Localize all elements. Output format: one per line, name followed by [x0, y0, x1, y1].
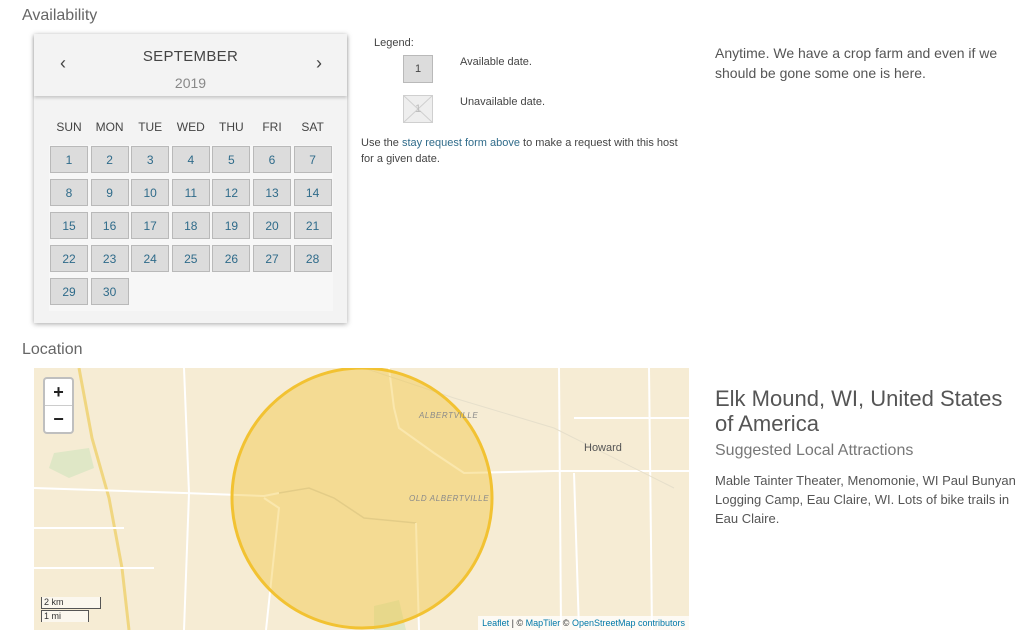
- location-map[interactable]: ALBERTVILLE OLD ALBERTVILLE Howard + − 2…: [34, 368, 689, 630]
- stay-request-form-link[interactable]: stay request form above: [402, 137, 520, 149]
- availability-calendar: ‹ SEPTEMBER 2019 › SUN MON TUE WED THU FRI SAT…: [34, 34, 347, 323]
- calendar-day-20[interactable]: 20: [253, 212, 291, 239]
- osm-link[interactable]: OpenStreetMap contributors: [572, 618, 685, 628]
- calendar-days: 1 2 3 4 5 6 7 8 9 10 11 12 13 14 15 16 17 18 19 20 21 22 23 24 2…: [49, 145, 333, 311]
- weekday-thu: THU: [219, 120, 244, 134]
- calendar-day-3[interactable]: 3: [131, 146, 170, 173]
- map-zoom-control: + −: [43, 377, 74, 434]
- attractions-description: Mable Tainter Theater, Menomonie, WI Pau…: [715, 473, 1016, 526]
- calendar-day-30[interactable]: 30: [90, 278, 129, 305]
- attribution-separator: | ©: [509, 618, 526, 628]
- calendar-day-6[interactable]: 6: [253, 146, 291, 173]
- attribution-separator-2: ©: [560, 618, 572, 628]
- maptiler-link[interactable]: MapTiler: [526, 618, 561, 628]
- map-label-howard: Howard: [584, 442, 622, 454]
- calendar-day-28[interactable]: 28: [293, 245, 332, 272]
- calendar-day-29[interactable]: 29: [50, 278, 88, 305]
- attractions-heading: Suggested Local Attractions: [715, 442, 914, 459]
- calendar-day-5[interactable]: 5: [212, 146, 251, 173]
- map-attribution: Leaflet | © MapTiler © OpenStreetMap con…: [478, 616, 689, 630]
- calendar-day-18[interactable]: 18: [171, 212, 210, 239]
- legend-available-sample: 1: [403, 55, 433, 83]
- calendar-day-21[interactable]: 21: [293, 212, 332, 239]
- calendar-day-9[interactable]: 9: [90, 179, 129, 206]
- calendar-day-4[interactable]: 4: [171, 146, 210, 173]
- legend-unavailable-sample: 1: [403, 95, 433, 123]
- availability-description: Anytime. We have a crop farm and even if…: [715, 45, 998, 81]
- calendar-year: 2019: [174, 75, 207, 91]
- map-scale-km: 2 km: [41, 597, 101, 609]
- calendar-day-22[interactable]: 22: [50, 245, 88, 272]
- legend-note: Use the stay request form above to make …: [361, 135, 691, 167]
- calendar-day-13[interactable]: 13: [253, 179, 291, 206]
- calendar-day-11[interactable]: 11: [171, 179, 210, 206]
- calendar-day-15[interactable]: 15: [50, 212, 88, 239]
- calendar-day-19[interactable]: 19: [212, 212, 251, 239]
- availability-heading: Availability: [22, 7, 98, 24]
- weekday-sat: SAT: [301, 120, 324, 134]
- location-title: Elk Mound, WI, United States of America: [715, 386, 1003, 436]
- map-label-albertville: ALBERTVILLE: [419, 411, 479, 420]
- map-scale-mi: 1 mi: [41, 610, 89, 622]
- calendar-day-2[interactable]: 2: [90, 146, 129, 173]
- map-tiles: [34, 368, 689, 630]
- calendar-day-16[interactable]: 16: [90, 212, 129, 239]
- calendar-day-27[interactable]: 27: [253, 245, 291, 272]
- calendar-day-24[interactable]: 24: [131, 245, 170, 272]
- weekday-sun: SUN: [56, 120, 82, 134]
- legend-unavailable-text: Unavailable date.: [460, 96, 546, 108]
- calendar-day-23[interactable]: 23: [90, 245, 129, 272]
- weekday-mon: MON: [95, 120, 124, 134]
- weekday-tue: TUE: [138, 120, 163, 134]
- calendar-day-17[interactable]: 17: [131, 212, 170, 239]
- legend-available-text: Available date.: [460, 56, 532, 68]
- calendar-day-8[interactable]: 8: [50, 179, 88, 206]
- calendar-day-7[interactable]: 7: [293, 146, 332, 173]
- legend-note-before: Use the: [361, 137, 402, 149]
- location-heading: Location: [22, 341, 83, 358]
- chevron-right-icon[interactable]: ›: [309, 52, 329, 74]
- leaflet-link[interactable]: Leaflet: [482, 618, 509, 628]
- calendar-weekdays: SUN MON TUE WED THU FRI SAT: [49, 120, 333, 136]
- map-label-old-albertville: OLD ALBERTVILLE: [409, 494, 490, 503]
- weekday-fri: FRI: [262, 120, 282, 134]
- calendar-day-25[interactable]: 25: [171, 245, 210, 272]
- calendar-day-1[interactable]: 1: [50, 146, 88, 173]
- zoom-out-button[interactable]: −: [45, 406, 72, 432]
- calendar-day-10[interactable]: 10: [131, 179, 170, 206]
- calendar-month: SEPTEMBER: [142, 48, 239, 65]
- weekday-wed: WED: [176, 120, 205, 134]
- calendar-day-14[interactable]: 14: [293, 179, 332, 206]
- calendar-header: ‹ SEPTEMBER 2019 ›: [34, 34, 347, 96]
- calendar-day-26[interactable]: 26: [212, 245, 251, 272]
- calendar-day-12[interactable]: 12: [212, 179, 251, 206]
- legend-label: Legend:: [374, 37, 414, 49]
- zoom-in-button[interactable]: +: [45, 379, 72, 406]
- legend-unavailable-number: 1: [414, 103, 422, 115]
